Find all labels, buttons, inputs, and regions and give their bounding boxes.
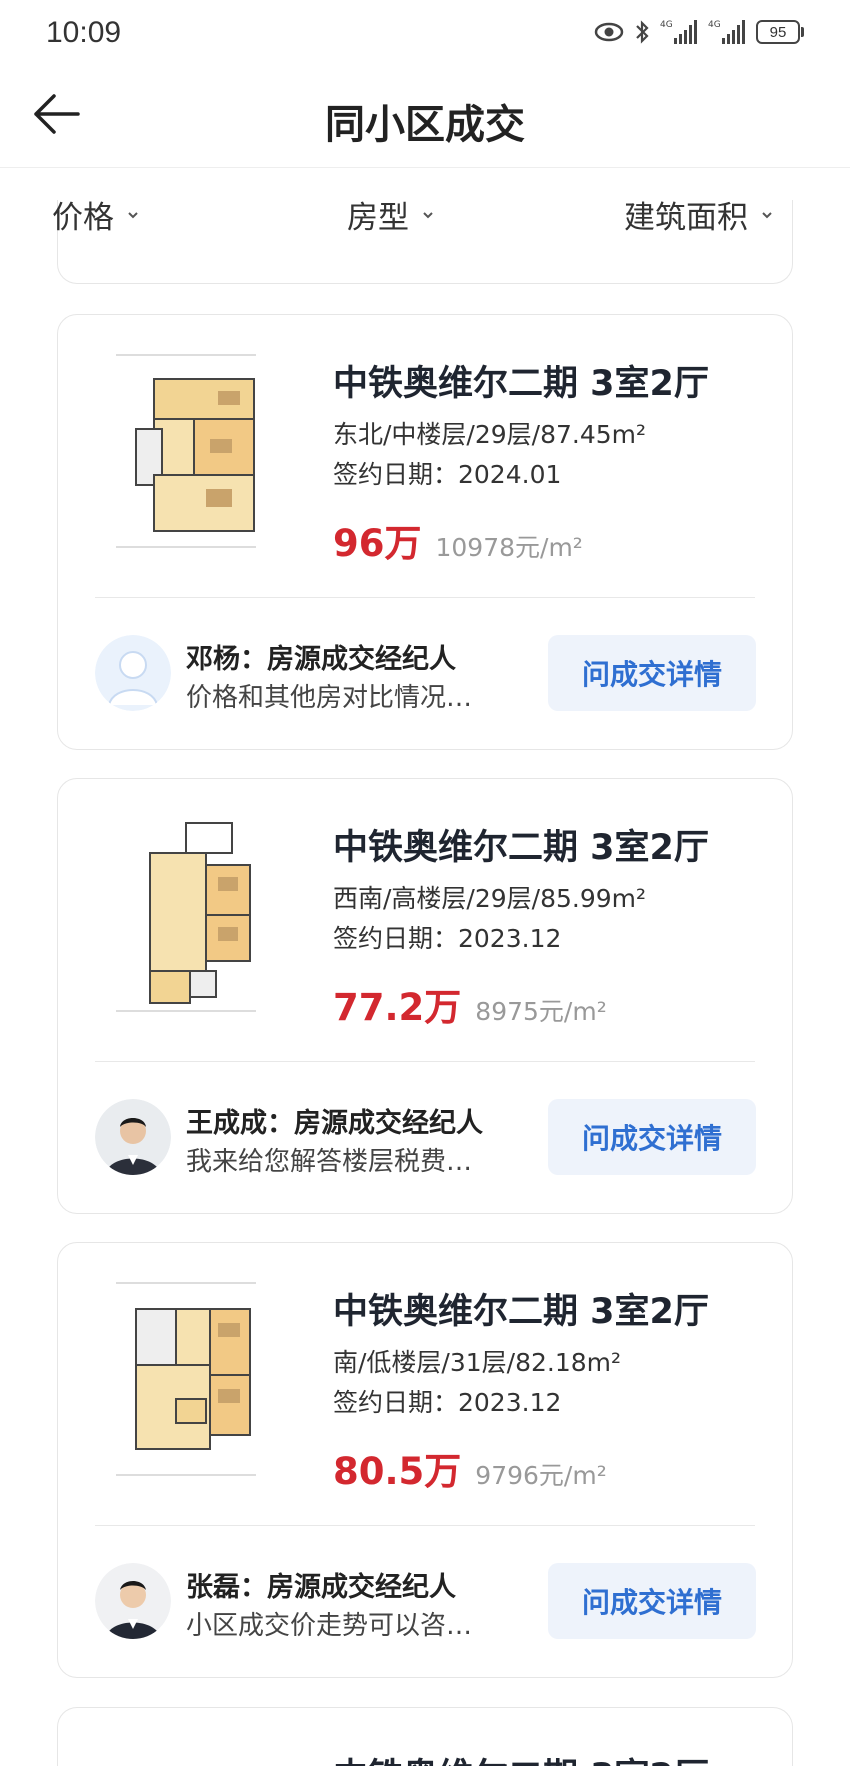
chevron-down-icon (760, 210, 774, 220)
floorplan-image (106, 815, 266, 1015)
page-title: 同小区成交 (325, 102, 525, 148)
agent-message: 我来给您解答楼层税费… (186, 1147, 473, 1177)
divider (95, 597, 755, 598)
battery-icon: 95 (756, 20, 804, 44)
listing-title: 中铁奥维尔二期 3室2厅 (333, 364, 709, 404)
listing-card[interactable]: 中铁奥维尔二期 3室2厅 (57, 1707, 793, 1766)
svg-text:4G: 4G (708, 20, 721, 30)
price-row: 80.5万 9796元/m² (333, 1441, 607, 1495)
status-bar: 10:09 4G 4G 95 (0, 0, 850, 64)
listing-title: 中铁奥维尔二期 3室2厅 (333, 828, 709, 868)
filter-label: 房型 (347, 200, 409, 236)
listing-card[interactable]: 中铁奥维尔二期 3室2厅 南/低楼层/31层/82.18m² 签约日期：2023… (57, 1242, 793, 1678)
listing-price: 80.5万 (333, 1450, 462, 1493)
price-row: 96万 10978元/m² (333, 513, 583, 567)
listing-date: 签约日期：2023.12 (333, 1388, 562, 1417)
chevron-down-icon (421, 210, 435, 220)
listing-card[interactable]: 中铁奥维尔二期 3室2厅 东北/中楼层/29层/87.45m² 签约日期：202… (57, 314, 793, 750)
avatar[interactable] (95, 635, 171, 711)
status-icons: 4G 4G 95 (594, 16, 804, 48)
listing-date: 签约日期：2023.12 (333, 924, 562, 953)
ask-deal-details-button[interactable]: 问成交详情 (548, 1099, 756, 1175)
divider (95, 1525, 755, 1526)
price-row: 77.2万 8975元/m² (333, 977, 607, 1031)
battery-level: 95 (756, 20, 800, 44)
agent-message: 价格和其他房对比情况… (186, 683, 473, 713)
status-time: 10:09 (46, 16, 122, 49)
listing-date: 签约日期：2024.01 (333, 460, 562, 489)
agent-message: 小区成交价走势可以咨… (186, 1611, 473, 1641)
listing-unit-price: 8975元/m² (475, 997, 607, 1026)
listing-title: 中铁奥维尔二期 3室2厅 (333, 1292, 709, 1332)
agent-name: 邓杨：房源成交经纪人 (186, 644, 456, 675)
filter-bar: 价格 房型 建筑面积 (0, 170, 850, 262)
ask-deal-details-button[interactable]: 问成交详情 (548, 1563, 756, 1639)
filter-label: 价格 (52, 200, 114, 236)
listing-price: 77.2万 (333, 986, 462, 1029)
listing-info: 南/低楼层/31层/82.18m² (333, 1348, 622, 1377)
filter-area[interactable]: 建筑面积 (624, 192, 774, 237)
agent-name: 张磊：房源成交经纪人 (186, 1572, 456, 1603)
filter-price[interactable]: 价格 (52, 192, 140, 237)
agent-name: 王成成：房源成交经纪人 (186, 1108, 483, 1139)
floorplan-image (106, 351, 266, 551)
signal-icon: 4G (660, 18, 698, 46)
floorplan-image (106, 1279, 266, 1479)
listing-unit-price: 10978元/m² (435, 533, 583, 562)
svg-text:4G: 4G (660, 20, 673, 30)
chevron-down-icon (126, 210, 140, 220)
bluetooth-icon (634, 19, 650, 45)
listing-card[interactable]: 中铁奥维尔二期 3室2厅 西南/高楼层/29层/85.99m² 签约日期：202… (57, 778, 793, 1214)
filter-label: 建筑面积 (624, 200, 748, 236)
avatar[interactable] (95, 1563, 171, 1639)
header: 同小区成交 (0, 68, 850, 168)
divider (95, 1061, 755, 1062)
filter-layout[interactable]: 房型 (347, 192, 435, 237)
avatar[interactable] (95, 1099, 171, 1175)
ask-deal-details-button[interactable]: 问成交详情 (548, 635, 756, 711)
listing-price: 96万 (333, 522, 422, 565)
eye-icon (594, 21, 624, 43)
listing-info: 东北/中楼层/29层/87.45m² (333, 420, 647, 449)
signal-icon: 4G (708, 18, 746, 46)
listing-unit-price: 9796元/m² (475, 1461, 607, 1490)
listing-info: 西南/高楼层/29层/85.99m² (333, 884, 647, 913)
listing-title: 中铁奥维尔二期 3室2厅 (333, 1748, 709, 1766)
